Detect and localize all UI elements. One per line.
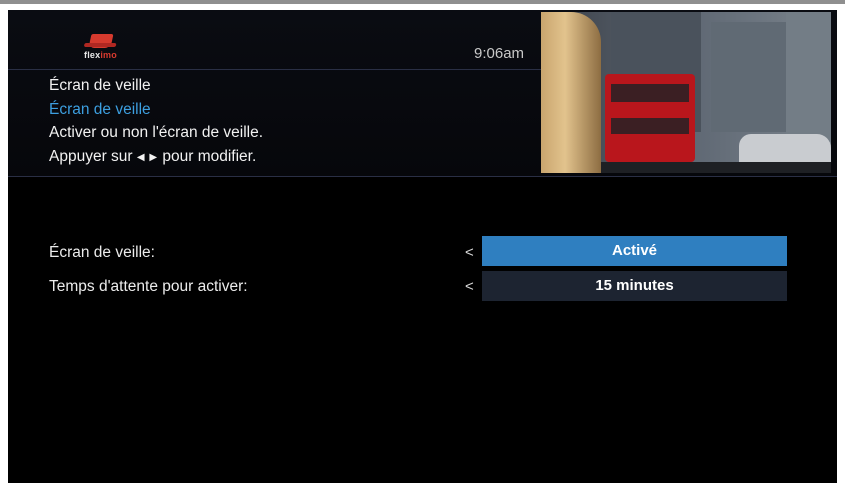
chevron-left-icon[interactable]: < [465,278,474,295]
hint-suffix: pour modifier. [162,147,257,165]
left-right-arrows-icon: ◀ ▶ [136,151,159,163]
logo-mark-icon [88,34,114,48]
tv-screen: fleximo 9:06am Écran de veille Écran de … [8,10,837,483]
bus-window [611,118,689,134]
logo-word: fleximo [84,50,117,60]
preview-building [711,22,791,132]
setting-label-screensaver: Écran de veille: [49,244,155,261]
chevron-left-icon[interactable]: < [465,244,474,261]
live-tv-preview[interactable] [541,12,831,173]
info-panel: Écran de veille Écran de veille Activer … [49,74,263,169]
clock: 9:06am [474,45,525,62]
window-top-bar [0,0,845,4]
header-divider [8,69,541,70]
setting-label-timeout: Temps d'attente pour activer: [49,278,248,295]
setting-value-timeout[interactable]: 15 minutes [482,271,787,301]
hint-prefix: Appuyer sur [49,147,133,165]
info-title: Écran de veille [49,77,151,94]
info-description: Activer ou non l'écran de veille. [49,124,264,141]
preview-bus [605,74,695,162]
flexmo-logo: fleximo [84,34,128,64]
info-hint: Appuyer sur ◀ ▶ pour modifier. [49,145,263,170]
preview-building [786,12,831,142]
info-highlighted-item: Écran de veille [49,100,151,118]
setting-value-screensaver[interactable]: Activé [482,236,787,266]
preview-person-hair [541,12,601,173]
bus-window [611,84,689,102]
